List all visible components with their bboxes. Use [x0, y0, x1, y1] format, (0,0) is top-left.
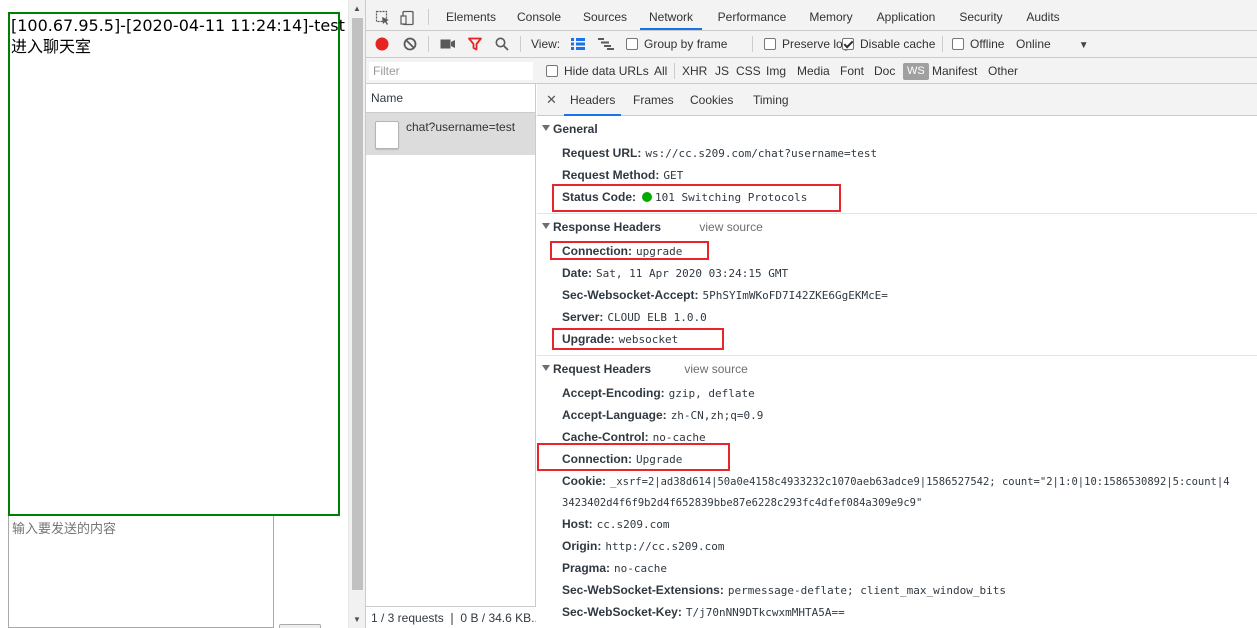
header-row: Sec-WebSocket-Key: T/j70nNN9DTkcwxmMHTA5A…: [562, 605, 845, 619]
header-row: Sec-Websocket-Accept: 5PhSYImWKoFD7I42ZKE…: [562, 288, 888, 302]
tab-timing[interactable]: Timing: [753, 84, 789, 116]
record-icon[interactable]: [375, 37, 389, 51]
checkbox-icon[interactable]: [952, 38, 964, 50]
filter-type-img[interactable]: Img: [766, 58, 786, 84]
filter-funnel-icon[interactable]: [468, 37, 482, 51]
network-summary: 1 / 3 requests ❘ 0 B / 34.6 KB...: [366, 606, 536, 628]
tab-elements[interactable]: Elements: [440, 4, 502, 30]
network-controlbar: View: Group by frame Preserve log Disabl…: [366, 31, 1257, 58]
document-icon: [375, 121, 399, 149]
disable-cache-toggle[interactable]: Disable cache: [842, 31, 935, 57]
header-row: Sec-WebSocket-Extensions: permessage-defl…: [562, 583, 1006, 597]
page-scrollbar-thumb[interactable]: [352, 18, 363, 590]
header-row: Request URL: ws://cc.s209.com/chat?userna…: [562, 146, 878, 160]
request-row[interactable]: chat?username=test: [366, 113, 535, 155]
name-column-header[interactable]: Name: [366, 84, 535, 113]
page-scrollbar[interactable]: ▲ ▼: [348, 0, 365, 628]
throttling-select[interactable]: Online ▼: [1016, 31, 1089, 57]
tab-headers[interactable]: Headers: [564, 84, 622, 116]
collapse-triangle-icon: [542, 125, 550, 131]
view-source-link[interactable]: view source: [699, 220, 762, 234]
collapse-triangle-icon: [542, 365, 550, 371]
search-icon[interactable]: [495, 37, 509, 51]
scroll-down-arrow-icon[interactable]: ▼: [353, 616, 361, 624]
chat-message: [100.67.95.5]-[2020-04-11 11:24:14]-test: [11, 16, 345, 35]
tab-audits[interactable]: Audits: [1018, 4, 1068, 30]
close-icon[interactable]: ✕: [546, 84, 557, 116]
checkbox-icon[interactable]: [764, 38, 776, 50]
tab-network[interactable]: Network: [640, 4, 702, 30]
tab-application[interactable]: Application: [868, 4, 944, 30]
clear-icon[interactable]: [403, 37, 417, 51]
network-filterbar: Filter Hide data URLs All XHR JS CSS Img…: [366, 58, 1257, 84]
inspect-element-icon[interactable]: [375, 10, 391, 26]
large-rows-icon[interactable]: [571, 38, 585, 50]
tab-frames[interactable]: Frames: [633, 84, 674, 116]
checkbox-checked-icon[interactable]: [842, 38, 854, 50]
filter-type-media[interactable]: Media: [797, 58, 830, 84]
group-by-frame-toggle[interactable]: Group by frame: [626, 31, 727, 57]
cookie-continuation: 3423402d4f6f9b2d4f652839bbe87e6228c293fc…: [562, 497, 923, 509]
header-row: Request Method: GET: [562, 168, 684, 182]
filter-input[interactable]: Filter: [368, 61, 534, 81]
overview-waterfall-icon[interactable]: [598, 38, 614, 50]
header-row: Date: Sat, 11 Apr 2020 03:24:15 GMT: [562, 266, 789, 280]
offline-toggle[interactable]: Offline: [952, 31, 1004, 57]
header-row: Cookie: _xsrf=2|ad38d614|50a0e4158c493323…: [562, 474, 1230, 488]
send-button[interactable]: [279, 624, 321, 628]
highlight-box-status-code: [552, 184, 841, 212]
chat-message: 进入聊天室: [11, 37, 92, 56]
filter-type-xhr[interactable]: XHR: [682, 58, 707, 84]
collapse-triangle-icon: [542, 223, 550, 229]
detail-tabbar: ✕ Headers Frames Cookies Timing: [537, 84, 1257, 116]
screenshot-camera-icon[interactable]: [440, 38, 456, 50]
filter-type-doc[interactable]: Doc: [874, 58, 895, 84]
request-headers-section-toggle[interactable]: Request Headers view source: [542, 362, 748, 376]
tab-memory[interactable]: Memory: [802, 4, 860, 30]
request-name: chat?username=test: [406, 120, 516, 134]
request-details: ✕ Headers Frames Cookies Timing General …: [537, 84, 1257, 628]
devtools-tabbar: Elements Console Sources Network Perform…: [366, 4, 1257, 31]
header-row: Accept-Language: zh-CN,zh;q=0.9: [562, 408, 764, 422]
view-label: View:: [531, 37, 561, 51]
header-row: Server: CLOUD ELB 1.0.0: [562, 310, 707, 324]
checkbox-icon[interactable]: [626, 38, 638, 50]
response-headers-section-toggle[interactable]: Response Headers view source: [542, 220, 763, 234]
message-input[interactable]: 输入要发送的内容: [8, 516, 274, 628]
header-row: Cache-Control: no-cache: [562, 430, 706, 444]
highlight-box-response-connection: [550, 241, 709, 260]
filter-type-css[interactable]: CSS: [736, 58, 761, 84]
chat-log: [100.67.95.5]-[2020-04-11 11:24:14]-test…: [8, 12, 345, 516]
message-placeholder: 输入要发送的内容: [12, 522, 117, 537]
filter-type-other[interactable]: Other: [988, 58, 1018, 84]
tab-security[interactable]: Security: [952, 4, 1010, 30]
filter-type-manifest[interactable]: Manifest: [932, 58, 977, 84]
tab-cookies[interactable]: Cookies: [690, 84, 733, 116]
hide-data-urls-toggle[interactable]: Hide data URLs: [546, 58, 649, 84]
general-section-toggle[interactable]: General: [542, 122, 598, 136]
device-toolbar-icon[interactable]: [400, 10, 416, 26]
header-row: Host: cc.s209.com: [562, 517, 670, 531]
preserve-log-toggle[interactable]: Preserve log: [764, 31, 849, 57]
chevron-down-icon: ▼: [1078, 40, 1089, 51]
header-row: Pragma: no-cache: [562, 561, 668, 575]
filter-type-all[interactable]: All: [654, 58, 667, 84]
highlight-box-upgrade: [552, 328, 724, 350]
checkbox-icon[interactable]: [546, 65, 558, 77]
tab-performance[interactable]: Performance: [710, 4, 794, 30]
tab-console[interactable]: Console: [510, 4, 568, 30]
highlight-box-request-connection: [537, 443, 730, 471]
filter-type-ws[interactable]: WS: [903, 63, 929, 80]
filter-type-js[interactable]: JS: [715, 58, 729, 84]
filter-type-font[interactable]: Font: [840, 58, 864, 84]
request-list: Name chat?username=test 1 / 3 requests ❘…: [366, 84, 536, 628]
tab-sources[interactable]: Sources: [576, 4, 634, 30]
scroll-up-arrow-icon[interactable]: ▲: [353, 5, 361, 13]
view-source-link[interactable]: view source: [684, 362, 747, 376]
header-row: Origin: http://cc.s209.com: [562, 539, 725, 553]
header-row: Accept-Encoding: gzip, deflate: [562, 386, 755, 400]
devtools-panel: Elements Console Sources Network Perform…: [365, 0, 1257, 628]
